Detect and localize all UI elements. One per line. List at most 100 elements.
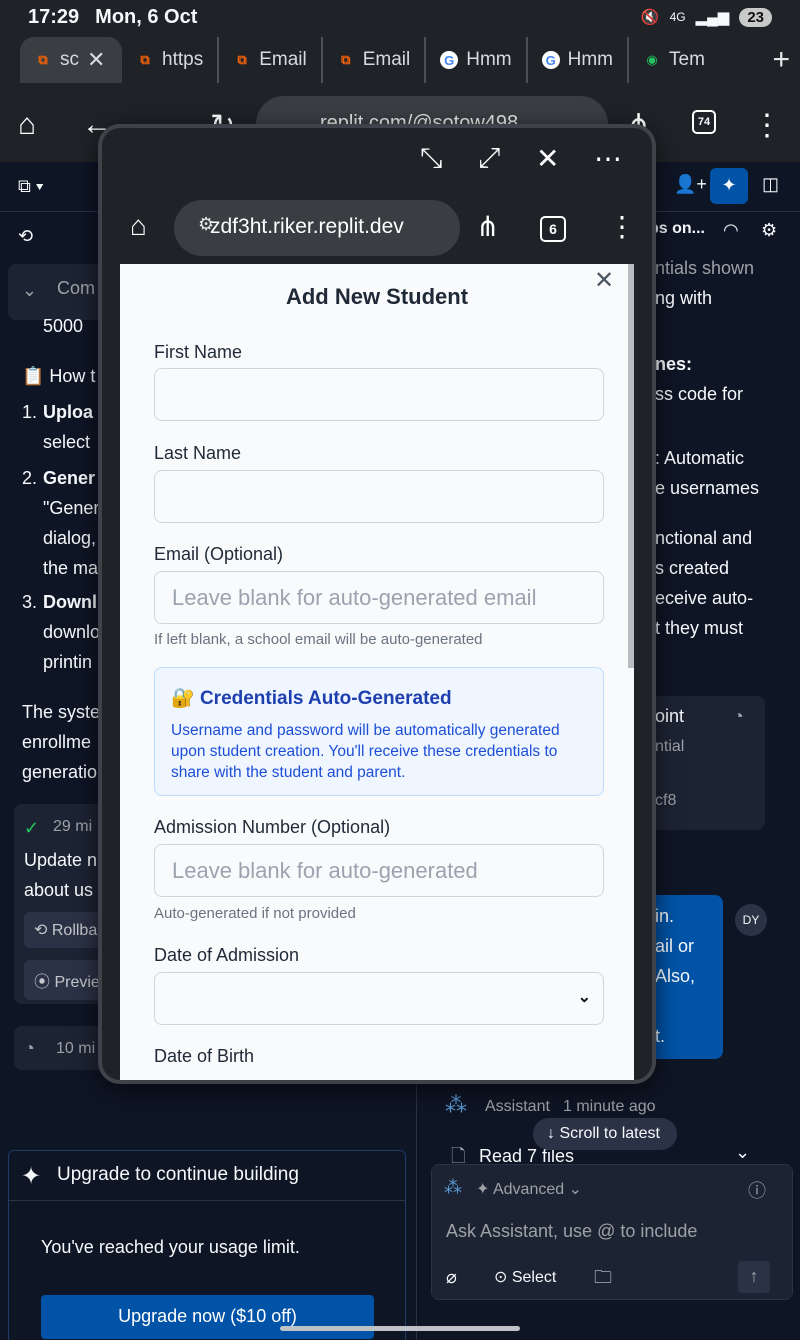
network-label: 4G bbox=[669, 10, 686, 24]
popup-address-bar[interactable]: zdf3ht.riker.replit.dev bbox=[174, 200, 460, 256]
maximize-icon[interactable]: ⤢ bbox=[478, 142, 500, 175]
gauge-icon: ◔ bbox=[24, 1038, 35, 1058]
message-line: s created bbox=[655, 558, 730, 578]
last-name-label: Last Name bbox=[154, 443, 242, 463]
tab-label: Email bbox=[259, 49, 307, 70]
rollback-icon: ⟲ bbox=[34, 922, 52, 939]
status-time: 17:29 bbox=[28, 5, 80, 28]
mute-icon: 🔇 bbox=[640, 9, 660, 26]
mode-selector[interactable]: ✦ Advanced ⌄ bbox=[476, 1179, 582, 1199]
share-icon[interactable]: ⋔ bbox=[476, 210, 499, 243]
chevron-down-icon[interactable]: ⌄ bbox=[735, 1142, 750, 1163]
google-icon: G bbox=[541, 51, 560, 69]
scroll-to-latest-button[interactable]: ↓ Scroll to latest bbox=[533, 1118, 677, 1150]
panel-toggle-icon[interactable]: ◫ bbox=[762, 174, 779, 195]
folder-icon[interactable]: 🗀 bbox=[594, 1265, 612, 1295]
last-name-field[interactable] bbox=[154, 470, 604, 523]
replit-icon: ⧉ bbox=[140, 52, 150, 67]
browser-tab[interactable]: ⧉ https bbox=[122, 37, 220, 83]
preview-icon: ⦿ bbox=[34, 974, 55, 991]
assistant-logo-icon: ⁂ bbox=[445, 1092, 467, 1117]
select-button[interactable]: ⊙ Select bbox=[494, 1267, 556, 1287]
message-line: ntials shown bbox=[655, 258, 755, 278]
admission-number-field[interactable]: Leave blank for auto-generated bbox=[154, 844, 604, 897]
user-message-line: t. bbox=[655, 1026, 666, 1046]
replit-icon: ⧉ bbox=[341, 52, 351, 67]
browser-tab[interactable]: ⧉ Email bbox=[323, 37, 427, 83]
deploy-icon[interactable]: ✦ bbox=[710, 168, 748, 204]
scrollbar[interactable] bbox=[628, 264, 634, 668]
step-text: dialog, bbox=[43, 528, 97, 548]
send-icon[interactable]: ↑ bbox=[738, 1261, 770, 1293]
google-icon: G bbox=[440, 51, 459, 69]
message-line: t they must bbox=[655, 618, 744, 638]
card-line: oint bbox=[655, 706, 685, 726]
step-title: Uploa bbox=[43, 402, 94, 422]
tab-count-button[interactable]: 74 bbox=[692, 110, 716, 134]
message-line: ss code for bbox=[655, 384, 744, 404]
credentials-body: Username and password will be automatica… bbox=[171, 722, 560, 781]
attach-icon[interactable]: ⌀ bbox=[446, 1267, 457, 1288]
tab-label: sc bbox=[60, 49, 79, 70]
user-message-line: in. bbox=[655, 906, 675, 926]
more-icon[interactable]: ⋯ bbox=[594, 142, 622, 175]
info-icon[interactable]: ⓘ bbox=[748, 1177, 766, 1203]
gear-icon[interactable]: ⚙ bbox=[761, 220, 777, 241]
assistant-input-box: ⁂ ✦ Advanced ⌄ ⓘ Ask Assistant, use @ to… bbox=[431, 1164, 793, 1300]
email-help-text: If left blank, a school email will be au… bbox=[154, 631, 483, 648]
speed-icon[interactable]: ◠ bbox=[723, 220, 739, 241]
credentials-title: 🔐 Credentials Auto-Generated bbox=[171, 688, 452, 709]
assistant-input[interactable]: Ask Assistant, use @ to include bbox=[446, 1221, 697, 1242]
close-icon[interactable]: ✕ bbox=[536, 142, 559, 175]
browser-tab[interactable]: G Hmm bbox=[426, 37, 528, 83]
battery-indicator: 23 bbox=[739, 7, 772, 27]
home-gesture-bar[interactable] bbox=[280, 1326, 520, 1331]
date-of-birth-label: Date of Birth bbox=[154, 1046, 255, 1066]
chevron-down-icon[interactable]: ⌄ bbox=[22, 280, 37, 301]
assistant-name: Assistant bbox=[485, 1098, 550, 1115]
step-number: 3. bbox=[22, 592, 38, 612]
popup-tab-count[interactable]: 6 bbox=[540, 216, 566, 242]
upgrade-button[interactable]: Upgrade now ($10 off) bbox=[41, 1295, 374, 1339]
site-settings-icon[interactable]: ⚙ bbox=[198, 214, 214, 235]
card-line: ntial bbox=[655, 738, 685, 755]
step-number: 1. bbox=[22, 402, 38, 422]
home-icon[interactable]: ⌂ bbox=[18, 108, 36, 142]
first-name-field[interactable] bbox=[154, 368, 604, 421]
usage-limit-message: You've reached your usage limit. bbox=[41, 1237, 300, 1257]
message-line: eceive auto- bbox=[655, 588, 754, 608]
browser-tab[interactable]: G Hmm bbox=[528, 37, 630, 83]
upgrade-panel: Upgrade to continue building ✦ You've re… bbox=[8, 1150, 406, 1340]
menu-icon[interactable]: ⋮ bbox=[752, 108, 782, 143]
tab-label: Email bbox=[362, 49, 411, 70]
gauge-icon: ◔ bbox=[733, 706, 744, 726]
history-icon[interactable]: ⟲ bbox=[18, 226, 33, 247]
email-field[interactable]: Leave blank for auto-generated email bbox=[154, 571, 604, 624]
assistant-time: 1 minute ago bbox=[563, 1098, 656, 1115]
upgrade-title: Upgrade to continue building bbox=[9, 1151, 405, 1201]
browser-tab[interactable]: ⧉ sc ✕ bbox=[20, 37, 122, 83]
browser-tab[interactable]: ⧉ Email bbox=[219, 37, 323, 83]
status-time: 10 mi bbox=[56, 1040, 96, 1057]
new-tab-icon[interactable]: + bbox=[772, 43, 790, 77]
date-of-admission-select[interactable]: ⌄ bbox=[154, 972, 604, 1025]
home-icon[interactable]: ⌂ bbox=[130, 210, 147, 242]
comp-value: 5000 bbox=[43, 316, 84, 336]
add-user-icon[interactable]: 👤+ bbox=[674, 174, 707, 195]
assistant-logo-icon: ⁂ bbox=[444, 1177, 462, 1197]
close-tab-icon[interactable]: ✕ bbox=[87, 47, 105, 73]
checkpoint-text: Update n bbox=[24, 850, 98, 870]
sparkle-icon: ✦ bbox=[21, 1163, 42, 1190]
signal-icon: ▂▄▆ bbox=[695, 9, 730, 26]
menu-icon[interactable]: ⋮ bbox=[608, 210, 636, 243]
replit-icon: ⧉ bbox=[237, 52, 247, 67]
message-line: ng with bbox=[655, 288, 713, 308]
step-text: printin bbox=[43, 652, 93, 672]
system-status-bar: 17:29 Mon, 6 Oct 🔇 4G ▂▄▆ 23 bbox=[0, 0, 800, 34]
browser-tab[interactable]: ◉ Tem bbox=[629, 37, 719, 83]
step-text: downlo bbox=[43, 622, 101, 642]
replit-logo-icon[interactable]: ⧉ ▾ bbox=[18, 176, 43, 197]
minimize-icon[interactable]: ⤡ bbox=[420, 142, 442, 175]
email-label: Email (Optional) bbox=[154, 544, 284, 564]
admission-number-label: Admission Number (Optional) bbox=[154, 817, 391, 837]
